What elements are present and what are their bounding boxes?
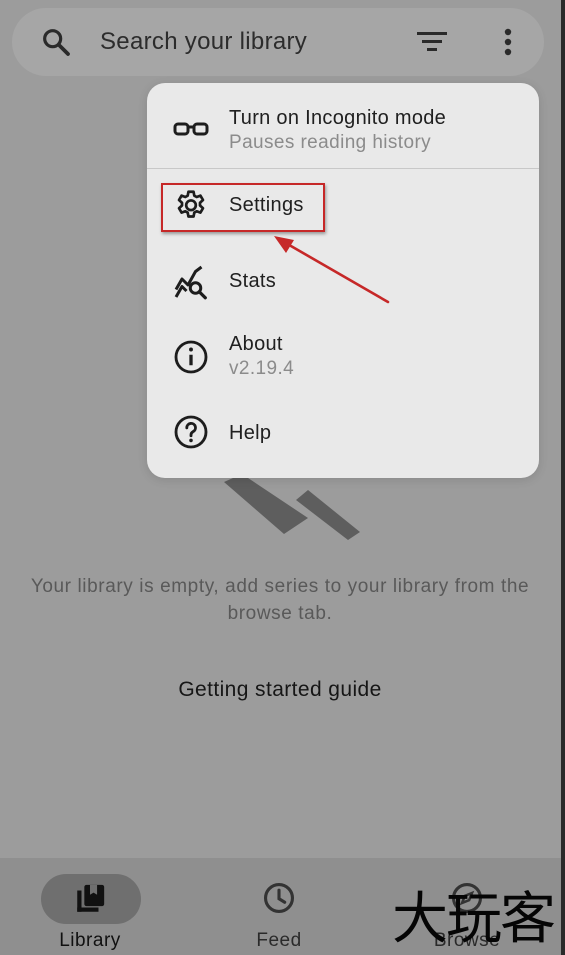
- search-input[interactable]: Search your library: [100, 28, 307, 56]
- more-vert-icon[interactable]: [494, 24, 522, 60]
- screen-edge: [561, 0, 565, 955]
- incognito-subtitle: Pauses reading history: [229, 132, 432, 153]
- bookmarks-icon: [77, 884, 105, 912]
- filter-icon[interactable]: [416, 28, 448, 56]
- getting-started-guide-button[interactable]: Getting started guide: [140, 668, 420, 712]
- glasses-icon: [173, 122, 209, 136]
- menu-item-about[interactable]: About v2.19.4: [147, 321, 539, 393]
- search-icon[interactable]: [40, 26, 72, 58]
- about-version: v2.19.4: [229, 358, 295, 379]
- nav-label-library: Library: [59, 930, 121, 951]
- watermark-text: 大玩客: [392, 887, 556, 952]
- search-bar[interactable]: Search your library: [12, 8, 544, 76]
- info-icon: [174, 340, 208, 374]
- about-label: About: [229, 333, 283, 355]
- help-label: Help: [229, 422, 272, 444]
- empty-library-illustration: [224, 474, 360, 540]
- help-circle-icon: [174, 415, 208, 449]
- menu-item-incognito[interactable]: Turn on Incognito mode Pauses reading hi…: [147, 83, 539, 168]
- settings-highlight-box: [161, 183, 325, 232]
- nav-item-feed[interactable]: Feed: [209, 858, 349, 955]
- annotation-arrow-icon: [274, 236, 390, 304]
- nav-label-feed: Feed: [256, 930, 302, 951]
- empty-library-message: Your library is empty, add series to you…: [30, 576, 530, 624]
- chart-search-icon: [174, 265, 207, 300]
- incognito-title: Turn on Incognito mode: [229, 107, 447, 129]
- menu-item-help[interactable]: Help: [147, 397, 539, 469]
- clock-icon: [263, 882, 295, 914]
- nav-item-library[interactable]: Library: [20, 858, 160, 955]
